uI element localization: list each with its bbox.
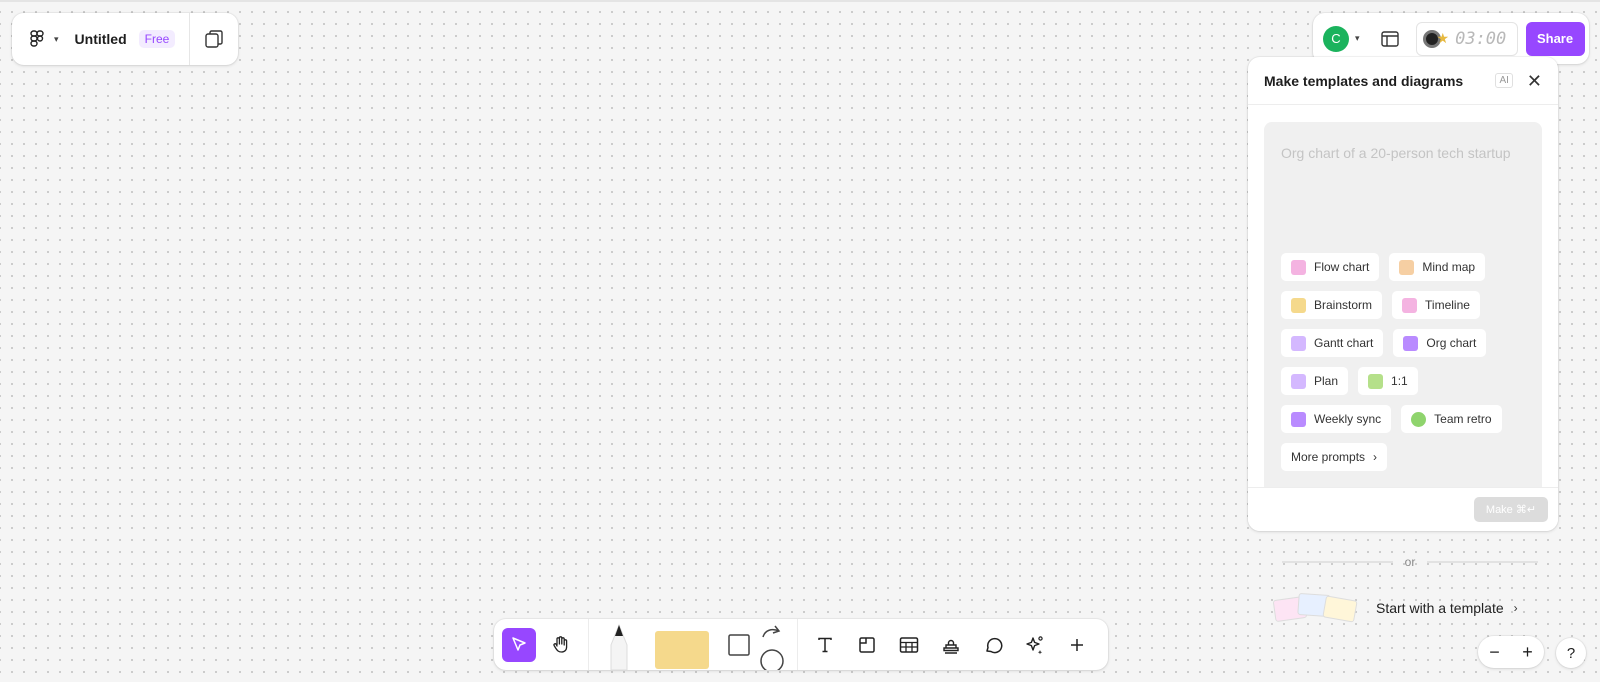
chip-brainstorm[interactable]: Brainstorm xyxy=(1281,291,1383,319)
make-button[interactable]: Make ⌘↵ xyxy=(1474,497,1548,522)
top-border xyxy=(0,0,1600,2)
one-on-one-icon xyxy=(1368,373,1384,389)
stamp-icon xyxy=(943,639,959,654)
shapes-icon xyxy=(728,625,784,673)
pencil-tool[interactable] xyxy=(599,619,639,670)
panel-header: Make templates and diagrams AI ✕ xyxy=(1248,57,1558,105)
section-icon xyxy=(859,636,875,653)
help-button[interactable]: ? xyxy=(1556,638,1586,668)
share-button[interactable]: Share xyxy=(1525,21,1585,56)
zoom-in-button[interactable]: + xyxy=(1522,642,1533,663)
prompt-area[interactable]: Org chart of a 20-person tech startup Fl… xyxy=(1264,122,1542,494)
gantt-chart-icon xyxy=(1291,335,1306,351)
chevron-down-icon: ▾ xyxy=(54,33,59,44)
ai-templates-panel: Make templates and diagrams AI ✕ Org cha… xyxy=(1248,57,1558,531)
bottom-toolbar xyxy=(494,619,1108,673)
avatar[interactable]: C xyxy=(1323,25,1349,52)
org-chart-icon xyxy=(1403,335,1419,351)
template-thumbnails xyxy=(1270,590,1362,626)
table-icon xyxy=(899,636,919,653)
text-icon xyxy=(818,637,832,652)
chip-plan[interactable]: Plan xyxy=(1281,367,1349,395)
ai-actions-tool[interactable] xyxy=(1018,628,1052,662)
chip-one-on-one[interactable]: 1:1 xyxy=(1358,367,1418,395)
chip-weekly-sync[interactable]: Weekly sync xyxy=(1281,405,1392,433)
chip-timeline[interactable]: Timeline xyxy=(1392,291,1480,319)
star-icon: ★ xyxy=(1436,30,1450,46)
panel-footer: Make ⌘↵ xyxy=(1248,487,1558,531)
chip-gantt-chart[interactable]: Gantt chart xyxy=(1281,329,1384,357)
plan-badge[interactable]: Free xyxy=(138,30,176,48)
close-icon[interactable]: ✕ xyxy=(1527,72,1542,90)
zoom-controls: − + xyxy=(1478,636,1544,668)
chip-org-chart[interactable]: Org chart xyxy=(1393,329,1487,357)
comment-icon xyxy=(986,637,1003,653)
section-tool[interactable] xyxy=(850,628,884,662)
file-title[interactable]: Untitled xyxy=(75,31,127,47)
panel-title: Make templates and diagrams xyxy=(1264,72,1464,89)
more-prompts-button[interactable]: More prompts › xyxy=(1281,443,1388,471)
prompt-input[interactable]: Org chart of a 20-person tech startup xyxy=(1281,140,1511,166)
zoom-out-button[interactable]: − xyxy=(1489,642,1500,663)
pages-icon xyxy=(205,30,223,48)
chevron-right-icon: › xyxy=(1513,601,1518,615)
shape-tool[interactable] xyxy=(727,619,787,673)
figma-logo-icon xyxy=(30,30,44,47)
plan-icon xyxy=(1291,373,1306,389)
pencil-icon xyxy=(610,623,628,670)
main-menu-button[interactable]: ▾ xyxy=(12,13,69,65)
ai-badge: AI xyxy=(1495,73,1513,88)
comment-tool[interactable] xyxy=(976,628,1010,662)
flow-chart-icon xyxy=(1291,259,1306,275)
move-tool[interactable] xyxy=(502,627,536,662)
more-tools-button[interactable] xyxy=(1060,628,1094,662)
pages-button[interactable] xyxy=(190,13,238,65)
hand-tool[interactable] xyxy=(544,628,578,662)
hand-icon xyxy=(553,635,568,653)
file-header: ▾ Untitled Free xyxy=(12,13,238,65)
start-with-template-button[interactable]: Start with a template › xyxy=(1270,590,1540,626)
timer-value: 03:00 xyxy=(1455,28,1507,49)
sticky-note-tool[interactable] xyxy=(655,631,709,669)
text-tool[interactable] xyxy=(808,628,842,662)
table-tool[interactable] xyxy=(892,628,926,662)
mind-map-icon xyxy=(1399,259,1415,275)
chip-mind-map[interactable]: Mind map xyxy=(1389,253,1486,281)
chevron-down-icon[interactable]: ▾ xyxy=(1355,33,1360,44)
layout-button[interactable] xyxy=(1376,25,1404,53)
brainstorm-icon xyxy=(1291,297,1306,313)
layout-icon xyxy=(1380,30,1399,47)
team-retro-icon xyxy=(1411,411,1427,427)
chevron-right-icon: › xyxy=(1373,450,1378,464)
plus-icon xyxy=(1071,638,1083,651)
or-divider: or xyxy=(1282,555,1539,569)
chip-team-retro[interactable]: Team retro xyxy=(1401,405,1502,433)
prompt-chips: Flow chart Mind map Brainstorm Timeline … xyxy=(1281,253,1531,471)
weekly-sync-icon xyxy=(1291,411,1306,427)
timer-button[interactable]: ★ 03:00 xyxy=(1415,21,1518,56)
cursor-icon xyxy=(512,636,526,651)
stamp-tool[interactable] xyxy=(934,628,968,662)
chip-flow-chart[interactable]: Flow chart xyxy=(1281,253,1380,281)
timeline-icon xyxy=(1402,297,1418,313)
start-template-label: Start with a template xyxy=(1376,600,1504,616)
sparkle-icon xyxy=(1026,635,1043,654)
